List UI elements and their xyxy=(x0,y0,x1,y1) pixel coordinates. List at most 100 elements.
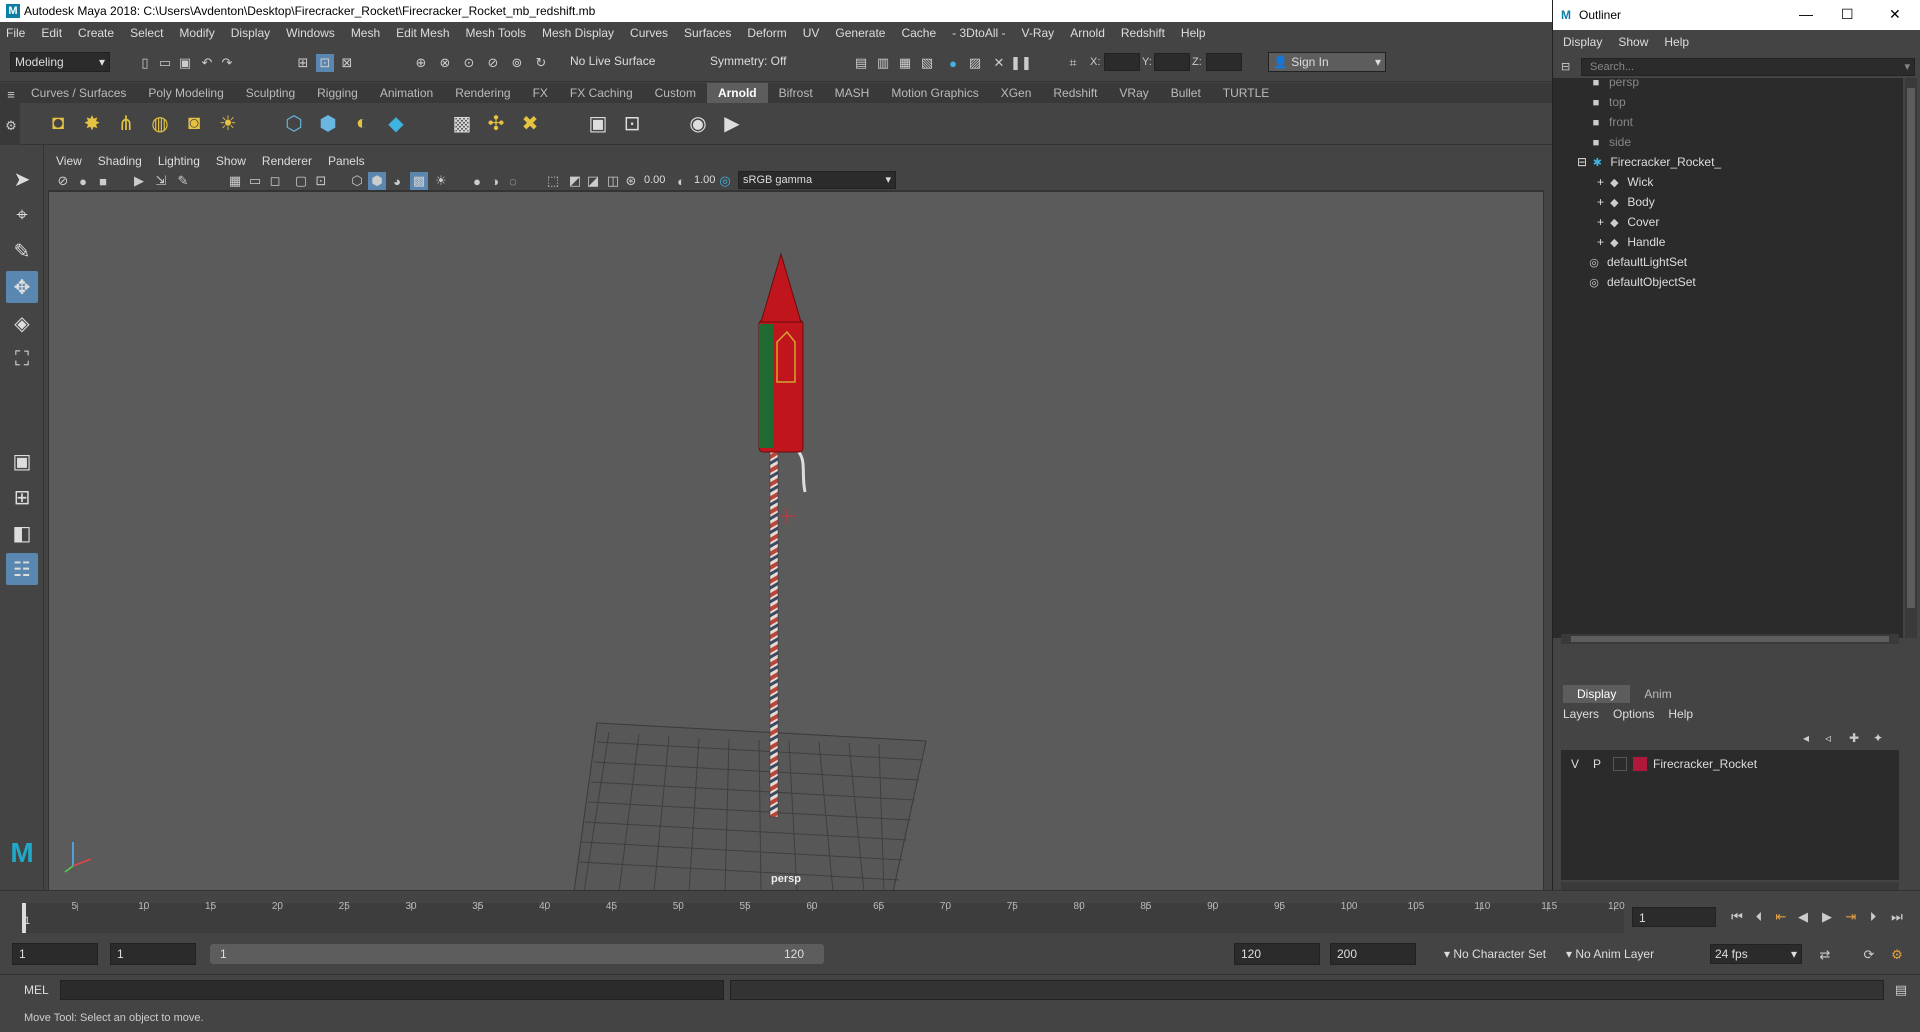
outliner-item-defaultobjectset[interactable]: ◎ defaultObjectSet xyxy=(1587,272,1696,292)
outliner-item-front[interactable]: ■ front xyxy=(1589,112,1633,132)
2d-pan-icon[interactable]: ⇲ xyxy=(152,172,170,190)
current-frame-field[interactable]: 1 xyxy=(1632,907,1716,927)
menu-surfaces[interactable]: Surfaces xyxy=(684,26,731,40)
shelf-tab-bullet[interactable]: Bullet xyxy=(1160,83,1212,103)
camera-attrib-icon[interactable]: ● xyxy=(74,172,92,190)
go-to-end-icon[interactable]: ⏭ xyxy=(1888,908,1906,926)
step-back-icon[interactable]: ⏴ xyxy=(1750,908,1768,926)
sign-in-button[interactable]: 👤 Sign In ▾ xyxy=(1268,52,1386,72)
shelf-gear-icon[interactable]: ⚙ xyxy=(2,117,20,135)
outliner-item-side[interactable]: ■ side xyxy=(1589,132,1631,152)
layer-tab-display[interactable]: Display xyxy=(1563,685,1631,703)
area-light-icon[interactable]: ◘ xyxy=(44,109,72,137)
viewport-menu-view[interactable]: View xyxy=(56,154,82,168)
menu-file[interactable]: File xyxy=(6,26,25,40)
arnold-options-icon[interactable]: ⊡ xyxy=(618,109,646,137)
gamma-field[interactable]: 1.00 xyxy=(694,174,715,186)
step-back-key-icon[interactable]: ⇤ xyxy=(1772,908,1790,926)
select-hierarchy-icon[interactable]: ⊞ xyxy=(294,54,312,72)
anim-layer-dropdown[interactable]: ▾ No Anim Layer xyxy=(1566,947,1654,961)
animation-end-field[interactable]: 200 xyxy=(1330,943,1416,965)
search-filter-icon[interactable]: ⊟ xyxy=(1561,60,1570,73)
step-forward-key-icon[interactable]: ⇥ xyxy=(1842,908,1860,926)
four-view-icon[interactable]: ⊞ xyxy=(6,481,38,513)
viewport-persp[interactable]: persp xyxy=(48,191,1544,891)
menu-edit-mesh[interactable]: Edit Mesh xyxy=(396,26,449,40)
single-perspective-icon[interactable]: ▣ xyxy=(6,445,38,477)
exposure-icon[interactable]: ⊛ xyxy=(622,172,640,190)
scale-tool-icon[interactable]: ⛶ xyxy=(6,343,38,375)
play-forwards-icon[interactable]: ▶ xyxy=(1818,908,1836,926)
layer-menu-layers[interactable]: Layers xyxy=(1563,707,1599,721)
snap-grid-icon[interactable]: ⊕ xyxy=(412,54,430,72)
physical-sky-icon[interactable]: ☀ xyxy=(214,109,242,137)
outliner-h-scrollbar[interactable] xyxy=(1561,634,1899,644)
hypershade-icon[interactable]: ● xyxy=(944,54,962,72)
lasso-tool-icon[interactable]: ⌖ xyxy=(6,199,38,231)
menu-display[interactable]: Display xyxy=(231,26,270,40)
outliner-item-wick[interactable]: + ◆ Wick xyxy=(1597,172,1653,192)
flush-cache-icon[interactable]: ✣ xyxy=(482,109,510,137)
play-backwards-icon[interactable]: ◀ xyxy=(1794,908,1812,926)
tx-manager-icon[interactable]: ▣ xyxy=(584,109,612,137)
menu-edit[interactable]: Edit xyxy=(41,26,62,40)
outliner-v-scrollbar[interactable] xyxy=(1905,78,1917,638)
layer-h-scrollbar[interactable] xyxy=(1561,882,1899,890)
layer-menu-help[interactable]: Help xyxy=(1668,707,1693,721)
outliner-item-cover[interactable]: + ◆ Cover xyxy=(1597,212,1659,232)
go-to-start-icon[interactable]: ⏮ xyxy=(1728,908,1746,926)
create-standin-icon[interactable]: ⬡ xyxy=(280,109,308,137)
outliner-item-persp[interactable]: ■ persp xyxy=(1589,72,1639,92)
menu-modify[interactable]: Modify xyxy=(179,26,214,40)
auto-key-icon[interactable]: ⟳ xyxy=(1860,946,1878,964)
safe-title-icon[interactable]: ⊡ xyxy=(312,172,330,190)
ipr-render-icon[interactable]: ▦ xyxy=(896,54,914,72)
viewport-menu-lighting[interactable]: Lighting xyxy=(158,154,200,168)
maximize-icon[interactable]: ☐ xyxy=(1841,6,1854,23)
minimize-icon[interactable]: — xyxy=(1799,6,1813,22)
character-set-dropdown[interactable]: ▾ No Character Set xyxy=(1444,947,1546,961)
outliner-menu-display[interactable]: Display xyxy=(1563,35,1602,49)
gamma-icon[interactable]: ◐ xyxy=(672,172,690,190)
menu-v-ray[interactable]: V-Ray xyxy=(1022,26,1055,40)
scrollbar-thumb[interactable] xyxy=(1907,88,1915,608)
shelf-tab-poly-modeling[interactable]: Poly Modeling xyxy=(137,83,234,103)
rotate-tool-icon[interactable]: ◈ xyxy=(6,307,38,339)
close-icon[interactable]: ✕ xyxy=(1889,6,1901,23)
shelf-tab-rendering[interactable]: Rendering xyxy=(444,83,521,103)
move-layer-down-icon[interactable]: ◃ xyxy=(1825,731,1831,745)
volume-icon[interactable]: ◆ xyxy=(382,109,410,137)
menu-generate[interactable]: Generate xyxy=(835,26,885,40)
use-lights-icon[interactable]: ☀ xyxy=(432,172,450,190)
undo-icon[interactable]: ↶ xyxy=(198,54,216,72)
photometric-light-icon[interactable]: ⋔ xyxy=(112,109,140,137)
shelf-tab-bifrost[interactable]: Bifrost xyxy=(768,83,824,103)
paint-select-icon[interactable]: ✎ xyxy=(6,235,38,267)
outliner-item-top[interactable]: ■ top xyxy=(1589,92,1626,112)
expand-icon[interactable]: + xyxy=(1597,215,1607,229)
shelf-tab-turtle[interactable]: TURTLE xyxy=(1212,83,1280,103)
time-ruler[interactable]: 1 5 10 15 20 25 30 35 40 45 50 55 60 65 70 75 80 85 90 95 1… xyxy=(22,901,1625,933)
select-component-icon[interactable]: ⊠ xyxy=(338,54,356,72)
layer-color-swatch[interactable] xyxy=(1633,757,1647,771)
film-gate-icon[interactable]: ▭ xyxy=(246,172,264,190)
shelf-tab-fx-caching[interactable]: FX Caching xyxy=(559,83,644,103)
layer-visibility-toggle[interactable]: V xyxy=(1571,754,1579,774)
outliner-item-body[interactable]: + ◆ Body xyxy=(1597,192,1655,212)
xray-joints-icon[interactable]: ◪ xyxy=(584,172,602,190)
shelf-tab-fx[interactable]: FX xyxy=(522,83,559,103)
layer-playback-toggle[interactable]: P xyxy=(1593,754,1601,774)
play-render-icon[interactable]: ▶ xyxy=(718,109,746,137)
image-plane-icon[interactable]: ▶ xyxy=(130,172,148,190)
persp-outliner-icon[interactable]: ◧ xyxy=(6,517,38,549)
menu-deform[interactable]: Deform xyxy=(747,26,786,40)
y-field[interactable] xyxy=(1154,53,1190,71)
safe-action-icon[interactable]: ▢ xyxy=(292,172,310,190)
new-layer-icon[interactable]: ✚ xyxy=(1849,731,1859,745)
range-slider[interactable]: 1 120 xyxy=(210,944,824,964)
h-scrollbar-thumb[interactable] xyxy=(1571,636,1889,642)
mode-dropdown[interactable]: Modeling ▾ xyxy=(10,52,110,72)
shelf-tab-curves-surfaces[interactable]: Curves / Surfaces xyxy=(20,83,137,103)
camera-select-icon[interactable]: ⊘ xyxy=(54,172,72,190)
color-management-icon[interactable]: ◎ xyxy=(716,172,734,190)
